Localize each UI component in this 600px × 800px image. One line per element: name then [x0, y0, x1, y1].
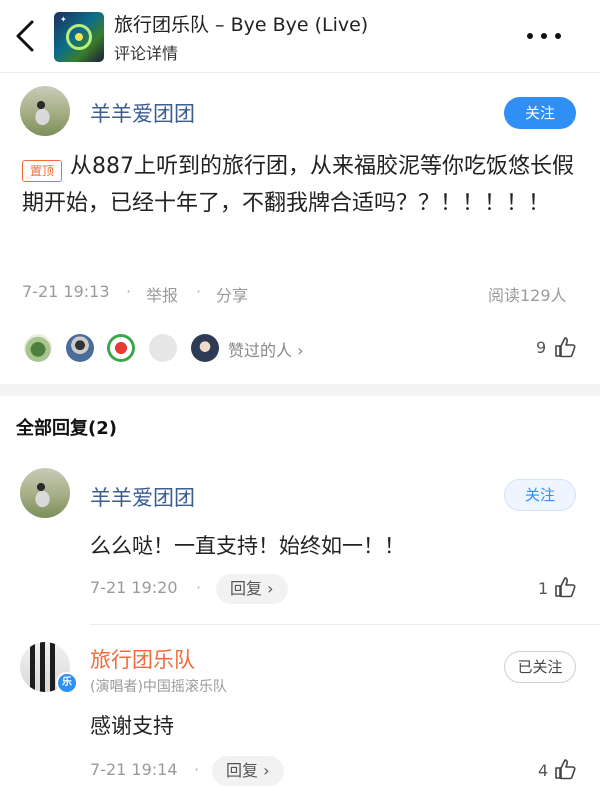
- separator-dot: ·: [196, 282, 202, 301]
- comment-text: 从887上听到的旅行团，从来福胶泥等你吃饭悠长假期开始，已经十年了，不翻我牌合适…: [22, 154, 574, 216]
- liker-avatar[interactable]: [66, 334, 94, 362]
- follow-button[interactable]: 关注: [504, 97, 576, 129]
- album-cover[interactable]: ✦: [54, 12, 104, 62]
- reply-text: 感谢支持: [90, 714, 174, 738]
- top-bar: ✦ 旅行团乐队 – Bye Bye (Live) 评论详情: [0, 0, 600, 73]
- thumb-up-icon[interactable]: [554, 336, 576, 358]
- separator-dot: ·: [126, 282, 132, 301]
- page-subtitle: 评论详情: [114, 44, 179, 63]
- separator-dot: ·: [194, 760, 200, 779]
- separator-dot: ·: [196, 578, 202, 597]
- reply-button[interactable]: 回复 ›: [216, 574, 288, 604]
- album-logo: ✦: [60, 15, 67, 24]
- verified-badge-icon: 乐: [56, 672, 78, 694]
- section-divider: [0, 384, 600, 396]
- replies-header: 全部回复(2): [16, 418, 117, 439]
- liker-avatar[interactable]: [24, 334, 52, 362]
- reply-date: 7-21 19:20: [90, 578, 178, 597]
- read-count: 阅读129人: [488, 286, 567, 305]
- artist-subtitle: (演唱者)中国摇滚乐队: [90, 679, 227, 695]
- thumb-up-icon[interactable]: [554, 758, 576, 780]
- followed-button[interactable]: 已关注: [504, 651, 576, 683]
- liker-avatar[interactable]: [107, 334, 135, 362]
- likers-link[interactable]: 赞过的人 ›: [228, 337, 304, 361]
- reply-text: 么么哒！一直支持！始终如一！！: [90, 534, 405, 558]
- user-avatar[interactable]: [20, 468, 70, 518]
- like-count: 1: [538, 579, 549, 598]
- more-dots-icon[interactable]: [524, 24, 564, 48]
- reply-username[interactable]: 旅行团乐队: [90, 644, 195, 674]
- share-link[interactable]: 分享: [216, 282, 248, 306]
- user-avatar[interactable]: [20, 86, 70, 136]
- comment-date: 7-21 19:13: [22, 282, 110, 301]
- thumb-up-icon[interactable]: [554, 576, 576, 598]
- comment-username[interactable]: 羊羊爱团团: [90, 98, 195, 128]
- liker-avatar[interactable]: [149, 334, 177, 362]
- reply-divider: [90, 624, 600, 625]
- liker-avatar[interactable]: [191, 334, 219, 362]
- reply-username[interactable]: 羊羊爱团团: [90, 482, 195, 512]
- song-title: 旅行团乐队 – Bye Bye (Live): [114, 14, 369, 36]
- follow-button[interactable]: 关注: [504, 479, 576, 511]
- report-link[interactable]: 举报: [146, 282, 178, 306]
- reply-button[interactable]: 回复 ›: [212, 756, 284, 786]
- like-count: 4: [538, 761, 549, 780]
- reply-date: 7-21 19:14: [90, 760, 178, 779]
- chevron-left-icon[interactable]: [10, 18, 44, 54]
- like-count: 9: [536, 338, 547, 357]
